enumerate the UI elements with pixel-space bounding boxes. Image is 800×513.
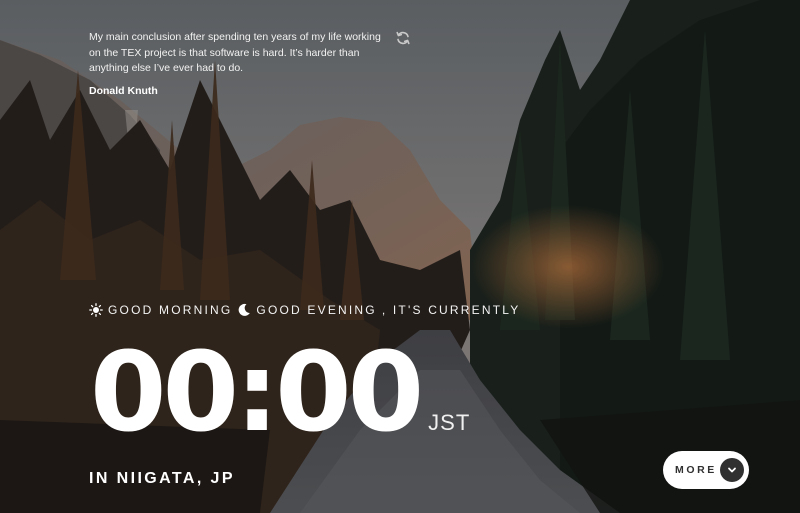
quote-author: Donald Knuth [89,84,158,97]
greeting-suffix: , IT'S CURRENTLY [381,303,521,317]
quote-block: My main conclusion after spending ten ye… [89,30,419,97]
clock-display: 00:00 JST [90,336,470,448]
greeting-line: GOOD MORNING GOOD EVENING , IT'S CURRENT… [89,303,520,317]
more-button-icon-circle [720,458,744,482]
location-text: IN NIIGATA, JP [89,470,235,487]
more-button-label: MORE [675,464,717,476]
clock-timezone: JST [428,410,471,435]
moon-icon [239,303,251,316]
refresh-icon[interactable] [395,30,411,46]
more-button[interactable]: MORE [663,451,749,489]
greeting-morning: GOOD MORNING [108,303,233,317]
clock-time: 00:00 [90,328,424,456]
sun-icon [89,303,103,317]
greeting-evening: GOOD EVENING [256,303,377,317]
chevron-down-icon [728,467,736,473]
quote-text: My main conclusion after spending ten ye… [89,31,381,74]
